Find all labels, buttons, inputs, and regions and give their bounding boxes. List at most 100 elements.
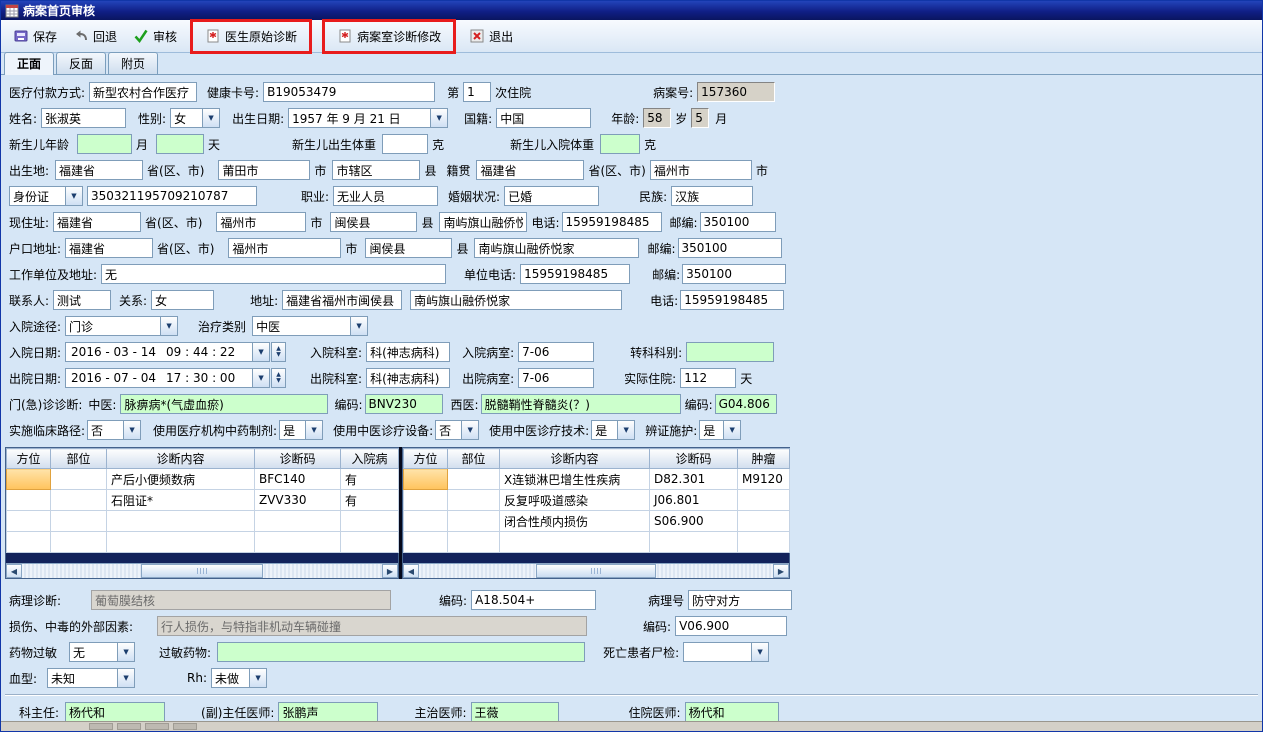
current-county-field[interactable] — [330, 212, 418, 232]
column-header[interactable]: 诊断内容 — [499, 448, 650, 469]
id-number-field[interactable] — [87, 186, 257, 206]
scrollbar-thumb[interactable] — [140, 564, 264, 578]
table-right-hscrollbar[interactable]: ◀ ▶ — [403, 563, 789, 578]
table-cell[interactable]: 有 — [340, 468, 399, 490]
table-cell[interactable] — [50, 468, 107, 490]
table-row[interactable] — [403, 531, 790, 553]
admission-count-field[interactable] — [463, 82, 492, 102]
registered-detail-field[interactable] — [474, 238, 640, 258]
chevron-down-icon[interactable]: ▼ — [249, 669, 267, 687]
table-cell[interactable]: M9120 — [737, 468, 790, 490]
transfer-dept-field[interactable] — [686, 342, 775, 362]
table-cell[interactable] — [6, 489, 51, 511]
scroll-left-icon[interactable]: ◀ — [6, 564, 22, 578]
admission-datetime-picker[interactable]: 2016 - 03 - 14 09 : 44 : 22 ▼ — [65, 342, 271, 362]
deputy-chief-field[interactable] — [278, 702, 379, 721]
table-cell[interactable] — [106, 531, 255, 553]
native-city-field[interactable] — [649, 160, 752, 180]
scrollbar-thumb[interactable] — [535, 564, 657, 578]
tab-back[interactable]: 反面 — [56, 52, 107, 74]
tcm-technique-select[interactable]: 是 ▼ — [591, 420, 636, 440]
newborn-birth-weight-field[interactable] — [382, 134, 429, 154]
admission-time-spinner[interactable]: ▲ ▼ — [271, 342, 287, 362]
table-cell[interactable] — [6, 468, 51, 490]
rh-select[interactable]: 未做 ▼ — [211, 668, 268, 688]
scroll-right-icon[interactable]: ▶ — [773, 564, 789, 578]
admission-path-select[interactable]: 门诊 ▼ — [65, 316, 179, 336]
chevron-down-icon[interactable]: ▼ — [202, 109, 220, 127]
table-cell[interactable]: 石阻证* — [106, 489, 255, 511]
birthplace-city-field[interactable] — [218, 160, 311, 180]
contact-address2-field[interactable] — [410, 290, 623, 310]
pathology-no-field[interactable] — [688, 590, 793, 610]
table-cell[interactable]: X连锁淋巴增生性疾病 — [499, 468, 650, 490]
discharge-datetime-picker[interactable]: 2016 - 07 - 04 17 : 30 : 00 ▼ — [65, 368, 271, 388]
actual-stay-field[interactable] — [680, 368, 737, 388]
table-cell[interactable] — [403, 510, 448, 532]
table-cell[interactable] — [737, 489, 790, 511]
western-diagnosis-field[interactable] — [480, 394, 681, 414]
chevron-down-icon[interactable]: ▼ — [65, 187, 82, 205]
table-cell[interactable] — [403, 531, 448, 553]
attending-doctor-field[interactable] — [470, 702, 559, 721]
name-field[interactable] — [41, 108, 127, 128]
table-row[interactable]: X连锁淋巴增生性疾病 D82.301 M9120 — [403, 468, 790, 490]
payment-method-field[interactable] — [89, 82, 198, 102]
save-button[interactable]: 保存 — [5, 24, 65, 49]
registered-province-field[interactable] — [65, 238, 154, 258]
scrollbar-track[interactable] — [22, 564, 382, 578]
current-phone-field[interactable] — [561, 212, 662, 232]
chevron-down-icon[interactable]: ▼ — [160, 317, 178, 335]
occupation-field[interactable] — [333, 186, 439, 206]
table-cell[interactable]: J06.801 — [649, 489, 738, 511]
table-row[interactable]: 闭合性颅内损伤 S06.900 — [403, 510, 790, 532]
chevron-down-icon[interactable]: ▼ — [252, 343, 270, 361]
current-detail-field[interactable] — [439, 212, 528, 232]
chevron-down-icon[interactable]: ▼ — [461, 421, 479, 439]
newborn-age-days-field[interactable] — [156, 134, 205, 154]
table-cell[interactable] — [340, 531, 399, 553]
table-cell[interactable] — [447, 489, 500, 511]
table-cell[interactable] — [447, 468, 500, 490]
table-cell[interactable]: 反复呼吸道感染 — [499, 489, 650, 511]
work-phone-field[interactable] — [520, 264, 631, 284]
table-cell[interactable]: D82.301 — [649, 468, 738, 490]
table-row[interactable]: 反复呼吸道感染 J06.801 — [403, 489, 790, 511]
health-card-field[interactable] — [263, 82, 436, 102]
chevron-down-icon[interactable]: ▼ — [723, 421, 741, 439]
column-header[interactable]: 入院病 — [340, 448, 399, 469]
table-cell[interactable]: 有 — [340, 489, 399, 511]
column-header[interactable]: 方位 — [403, 448, 448, 469]
tcm-diagnosis-field[interactable] — [120, 394, 329, 414]
table-cell[interactable]: 闭合性颅内损伤 — [499, 510, 650, 532]
table-cell[interactable] — [403, 468, 448, 490]
scrollbar-track[interactable] — [419, 564, 773, 578]
birthplace-province-field[interactable] — [55, 160, 144, 180]
table-cell[interactable] — [499, 531, 650, 553]
nationality-field[interactable] — [496, 108, 592, 128]
registered-zip-field[interactable] — [677, 238, 782, 258]
syndrome-care-select[interactable]: 是 ▼ — [699, 420, 742, 440]
column-header[interactable]: 诊断内容 — [106, 448, 255, 469]
current-city-field[interactable] — [216, 212, 307, 232]
table-cell[interactable] — [340, 510, 399, 532]
contact-address1-field[interactable] — [282, 290, 403, 310]
tcm-code-field[interactable] — [364, 394, 443, 414]
table-cell[interactable] — [737, 531, 790, 553]
table-left-hscrollbar[interactable]: ◀ ▶ — [6, 563, 398, 578]
herbal-preparation-select[interactable]: 是 ▼ — [279, 420, 324, 440]
work-unit-field[interactable] — [101, 264, 447, 284]
admission-ward-field[interactable] — [518, 342, 595, 362]
column-header[interactable]: 肿瘤 — [737, 448, 790, 469]
injury-code-field[interactable] — [675, 616, 788, 636]
chevron-down-icon[interactable]: ▼ — [305, 421, 323, 439]
scroll-right-icon[interactable]: ▶ — [382, 564, 398, 578]
table-cell[interactable]: S06.900 — [649, 510, 738, 532]
discharge-dept-field[interactable] — [366, 368, 451, 388]
tab-front[interactable]: 正面 — [4, 52, 55, 75]
column-header[interactable]: 部位 — [447, 448, 500, 469]
current-province-field[interactable] — [53, 212, 142, 232]
table-cell[interactable] — [106, 510, 255, 532]
column-header[interactable]: 诊断码 — [649, 448, 738, 469]
table-cell[interactable]: 产后小便频数病 — [106, 468, 255, 490]
